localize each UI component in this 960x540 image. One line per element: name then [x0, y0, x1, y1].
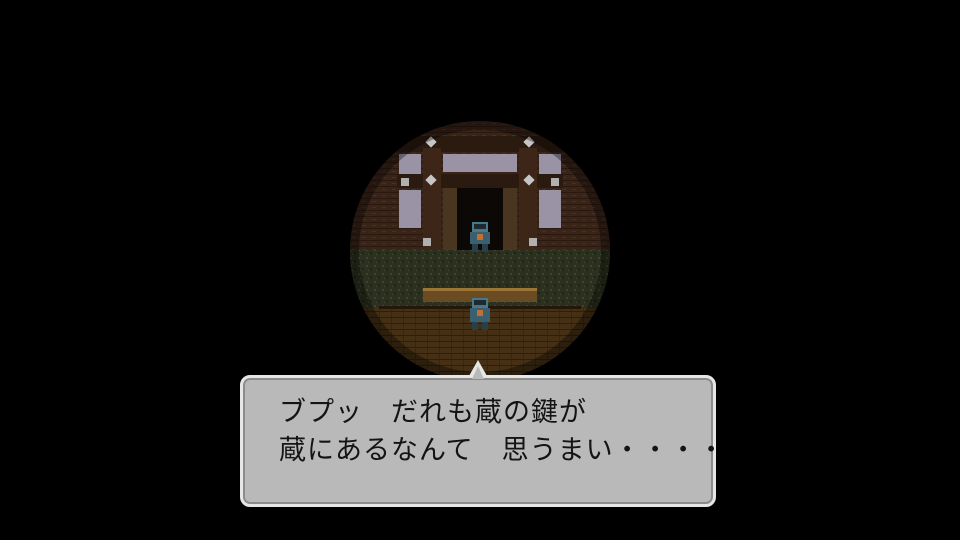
gate-window-center	[443, 154, 517, 172]
spotlight-scene	[350, 121, 610, 381]
wooden-step-edge	[423, 288, 537, 291]
fitting-6	[551, 178, 559, 186]
dialog-line-1: ブプッ だれも蔵の鍵が	[279, 397, 587, 428]
gate-door-left	[443, 188, 457, 250]
dialog-box[interactable]: ブプッ だれも蔵の鍵が 蔵にあるなんて 思うまい・・・・	[240, 375, 725, 507]
gate-mid-beam	[397, 174, 563, 188]
fitting-5	[401, 178, 409, 186]
gate-door-right	[503, 188, 517, 250]
fitting-8	[529, 238, 537, 246]
fitting-7	[423, 238, 431, 246]
gate-post-right	[519, 148, 537, 252]
gate-panel-left	[399, 190, 421, 228]
gate-post-left	[423, 148, 441, 252]
dialog-tail-inner	[472, 366, 484, 379]
game-screen: ブプッ だれも蔵の鍵が 蔵にあるなんて 思うまい・・・・	[0, 0, 960, 540]
dialog-line-2: 蔵にあるなんて 思うまい・・・・	[279, 435, 726, 466]
gate-panel-right	[539, 190, 561, 228]
